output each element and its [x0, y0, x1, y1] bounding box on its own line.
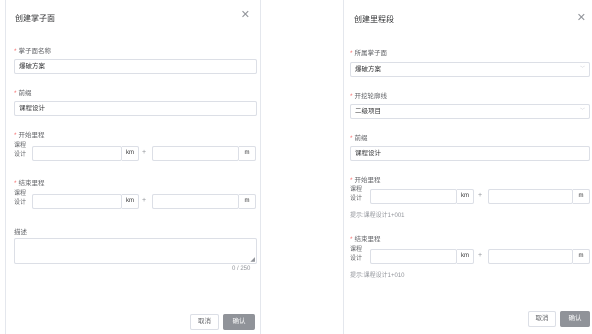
description-textarea[interactable]: ◢: [14, 238, 257, 264]
create-segment-dialog: 创建里程段 ✕ * 所属掌子面 爆破方案 ﹀ * 开挖轮廓线 二级项目 ﹀ * 前缀 课程…: [343, 0, 592, 334]
confirm-button[interactable]: 确认: [560, 311, 590, 327]
confirm-button[interactable]: 确认: [223, 314, 255, 330]
required-mark: *: [350, 93, 353, 100]
end-m-input[interactable]: [152, 194, 239, 209]
end-km-input[interactable]: [370, 249, 457, 264]
start-km-unit: km: [122, 146, 139, 161]
dialog-title: 创建里程段: [354, 15, 394, 24]
cancel-button[interactable]: 取消: [528, 311, 556, 327]
end-prefix-sublabel: 课程 设计: [350, 247, 363, 262]
end-m-input[interactable]: [488, 249, 573, 264]
end-km-unit: km: [457, 249, 474, 264]
dialog-title: 创建掌子面: [15, 14, 55, 23]
end-m-unit: m: [573, 249, 590, 264]
contour-select[interactable]: 二级项目 ﹀: [350, 104, 590, 119]
start-km-input[interactable]: [32, 146, 122, 161]
required-mark: *: [14, 132, 17, 139]
end-prefix-sublabel: 课程 设计: [14, 191, 27, 206]
plus-sign: +: [142, 149, 147, 156]
plus-sign: +: [478, 192, 483, 199]
create-face-dialog: 创建掌子面 ✕ * 掌子面名称 爆破方案 * 前缀 课程设计 * 开始里程 课程 设计…: [5, 0, 261, 334]
start-m-unit: m: [573, 189, 590, 204]
chevron-down-icon: ﹀: [579, 108, 585, 114]
end-km-input[interactable]: [32, 194, 122, 209]
end-mileage-label: * 结束里程: [350, 236, 381, 243]
required-mark: *: [14, 90, 17, 97]
end-km-unit: km: [122, 194, 139, 209]
start-km-input[interactable]: [370, 189, 457, 204]
contour-select-label: * 开挖轮廓线: [350, 93, 388, 100]
required-mark: *: [14, 48, 17, 55]
end-hint: 提示:课程设计1+010: [350, 273, 405, 279]
cancel-button[interactable]: 取消: [190, 314, 219, 330]
end-mileage-label: * 结束里程: [14, 180, 45, 187]
face-name-input[interactable]: 爆破方案: [14, 59, 257, 74]
start-hint: 提示:课程设计1+001: [350, 213, 405, 219]
prefix-label: * 前缀: [350, 135, 368, 142]
close-icon[interactable]: ✕: [241, 10, 250, 21]
prefix-input[interactable]: 课程设计: [350, 146, 590, 161]
required-mark: *: [350, 177, 353, 184]
start-prefix-sublabel: 课程 设计: [350, 187, 363, 202]
dialog-header: 创建掌子面 ✕: [6, 0, 260, 36]
required-mark: *: [350, 50, 353, 57]
char-counter: 0 / 250: [232, 266, 251, 272]
start-mileage-label: * 开始里程: [14, 132, 45, 139]
plus-sign: +: [478, 252, 483, 259]
start-m-input[interactable]: [152, 146, 239, 161]
start-m-input[interactable]: [488, 189, 573, 204]
prefix-label: * 前缀: [14, 90, 32, 97]
description-label: 描述: [14, 229, 27, 236]
close-icon[interactable]: ✕: [577, 13, 586, 24]
chevron-down-icon: ﹀: [579, 66, 585, 72]
face-select[interactable]: 爆破方案 ﹀: [350, 62, 590, 77]
required-mark: *: [350, 135, 353, 142]
required-mark: *: [350, 236, 353, 243]
face-select-label: * 所属掌子面: [350, 50, 388, 57]
prefix-input[interactable]: 课程设计: [14, 101, 257, 116]
start-prefix-sublabel: 课程 设计: [14, 143, 27, 158]
face-name-label: * 掌子面名称: [14, 48, 52, 55]
resize-handle-icon[interactable]: ◢: [250, 256, 255, 263]
dialog-header: 创建里程段 ✕: [344, 0, 592, 36]
end-m-unit: m: [239, 194, 256, 209]
start-km-unit: km: [457, 189, 474, 204]
required-mark: *: [14, 180, 17, 187]
plus-sign: +: [142, 197, 147, 204]
start-m-unit: m: [239, 146, 256, 161]
start-mileage-label: * 开始里程: [350, 177, 381, 184]
